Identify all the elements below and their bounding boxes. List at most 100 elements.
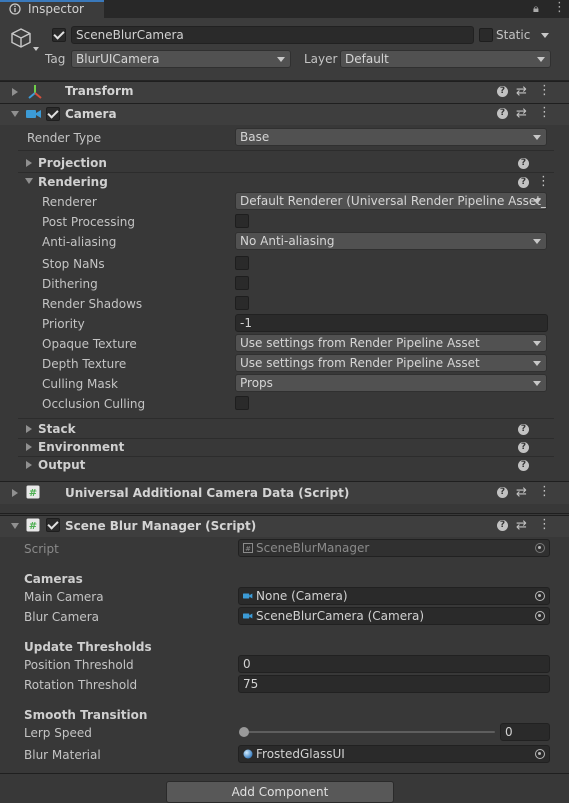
lerp-speed-slider-track[interactable]: [244, 731, 495, 733]
transform-title: Transform: [65, 84, 134, 98]
static-label: Static: [496, 28, 531, 42]
lock-icon[interactable]: 🔒︎: [533, 2, 539, 16]
svg-text:#: #: [245, 545, 251, 553]
add-component-button[interactable]: Add Component: [166, 781, 394, 803]
help-icon[interactable]: ?: [518, 177, 529, 188]
chevron-down-icon: [533, 135, 541, 140]
priority-field[interactable]: -1: [235, 314, 548, 332]
foldout-arrow-icon[interactable]: [26, 425, 32, 433]
foldout-arrow-icon[interactable]: [26, 159, 32, 167]
help-icon[interactable]: ?: [518, 424, 529, 435]
layer-value: Default: [345, 52, 389, 66]
main-camera-field[interactable]: None (Camera): [238, 587, 550, 605]
static-checkbox[interactable]: [479, 28, 493, 42]
rendering-foldout[interactable]: Rendering: [38, 175, 108, 189]
depth-texture-dropdown[interactable]: Use settings from Render Pipeline Asset: [235, 354, 547, 372]
opaque-texture-value: Use settings from Render Pipeline Asset: [240, 336, 480, 350]
stack-foldout[interactable]: Stack: [38, 422, 76, 436]
lerp-speed-slider-thumb[interactable]: [239, 727, 249, 737]
context-menu-icon[interactable]: ⋮: [538, 106, 551, 120]
gameobject-name-field[interactable]: SceneBlurCamera: [71, 26, 474, 44]
foldout-arrow-icon[interactable]: [12, 489, 18, 497]
position-threshold-field[interactable]: 0: [238, 655, 550, 673]
anti-aliasing-label: Anti-aliasing: [42, 235, 117, 249]
tab-inspector[interactable]: Inspector: [0, 0, 104, 18]
presets-icon[interactable]: ⇄: [516, 85, 527, 99]
render-shadows-checkbox[interactable]: [235, 296, 249, 310]
post-processing-checkbox[interactable]: [235, 214, 249, 228]
object-picker-icon[interactable]: [535, 611, 545, 621]
main-camera-value: None (Camera): [256, 589, 348, 603]
context-menu-icon[interactable]: ⋮: [538, 84, 551, 98]
help-icon[interactable]: ?: [497, 86, 508, 97]
more-menu-icon[interactable]: ⋮: [553, 0, 566, 15]
active-checkbox[interactable]: [52, 28, 66, 42]
render-type-label: Render Type: [27, 131, 102, 145]
divider: [18, 150, 554, 151]
chevron-down-icon: [533, 341, 541, 346]
output-foldout[interactable]: Output: [38, 458, 85, 472]
material-icon: [243, 749, 253, 759]
script-icon: #: [26, 518, 40, 532]
camera-icon: [26, 110, 41, 118]
lerp-speed-field[interactable]: 0: [500, 723, 550, 741]
help-icon[interactable]: ?: [497, 108, 508, 119]
chevron-down-icon: [533, 199, 541, 204]
object-picker-icon[interactable]: [535, 749, 545, 759]
projection-foldout[interactable]: Projection: [38, 156, 107, 170]
icon-dropdown-arrow[interactable]: [33, 47, 39, 51]
anti-aliasing-dropdown[interactable]: No Anti-aliasing: [235, 232, 547, 250]
object-picker-icon[interactable]: [535, 591, 545, 601]
render-type-dropdown[interactable]: Base: [235, 128, 547, 146]
blur-camera-field[interactable]: SceneBlurCamera (Camera): [238, 607, 550, 625]
lerp-speed-label: Lerp Speed: [24, 726, 92, 740]
foldout-arrow-icon[interactable]: [11, 523, 19, 529]
occlusion-culling-label: Occlusion Culling: [42, 397, 146, 411]
depth-texture-value: Use settings from Render Pipeline Asset: [240, 356, 480, 370]
foldout-arrow-icon[interactable]: [11, 111, 19, 117]
priority-label: Priority: [42, 317, 85, 331]
static-dropdown-arrow[interactable]: [541, 33, 549, 38]
blur-material-value: FrostedGlassUI: [256, 747, 345, 761]
divider: [18, 438, 554, 439]
transform-icon: [28, 85, 42, 99]
help-icon[interactable]: ?: [518, 460, 529, 471]
context-menu-icon[interactable]: ⋮: [538, 485, 551, 499]
camera-icon: [243, 593, 253, 599]
camera-icon: [243, 613, 253, 619]
context-menu-icon[interactable]: ⋮: [537, 175, 550, 189]
stop-nans-checkbox[interactable]: [235, 256, 249, 270]
blur-camera-label: Blur Camera: [24, 610, 100, 624]
occlusion-culling-checkbox[interactable]: [235, 396, 249, 410]
renderer-value: Default Renderer (Universal Render Pipel…: [240, 194, 547, 208]
position-threshold-label: Position Threshold: [24, 658, 134, 672]
foldout-arrow-icon[interactable]: [26, 461, 32, 469]
environment-foldout[interactable]: Environment: [38, 440, 124, 454]
render-type-value: Base: [240, 130, 270, 144]
help-icon[interactable]: ?: [518, 158, 529, 169]
presets-icon[interactable]: ⇄: [516, 107, 527, 121]
script-label: Script: [24, 542, 59, 556]
layer-dropdown[interactable]: Default: [340, 50, 551, 68]
foldout-arrow-icon[interactable]: [25, 178, 33, 184]
dithering-checkbox[interactable]: [235, 276, 249, 290]
presets-icon[interactable]: ⇄: [516, 519, 527, 533]
blur-material-field[interactable]: FrostedGlassUI: [238, 745, 550, 763]
script-file-icon: #: [243, 543, 253, 553]
opaque-texture-dropdown[interactable]: Use settings from Render Pipeline Asset: [235, 334, 547, 352]
culling-mask-dropdown[interactable]: Props: [235, 374, 547, 392]
renderer-label: Renderer: [42, 195, 97, 209]
rotation-threshold-field[interactable]: 75: [238, 675, 550, 693]
tag-dropdown[interactable]: BlurUICamera: [71, 50, 291, 68]
camera-enabled-checkbox[interactable]: [46, 107, 60, 121]
blur-manager-enabled-checkbox[interactable]: [46, 518, 60, 532]
renderer-dropdown[interactable]: Default Renderer (Universal Render Pipel…: [235, 192, 547, 210]
foldout-arrow-icon[interactable]: [12, 88, 18, 96]
gameobject-cube-icon: [11, 28, 31, 48]
help-icon[interactable]: ?: [497, 520, 508, 531]
presets-icon[interactable]: ⇄: [516, 486, 527, 500]
help-icon[interactable]: ?: [518, 442, 529, 453]
help-icon[interactable]: ?: [497, 487, 508, 498]
context-menu-icon[interactable]: ⋮: [538, 518, 551, 532]
foldout-arrow-icon[interactable]: [26, 443, 32, 451]
